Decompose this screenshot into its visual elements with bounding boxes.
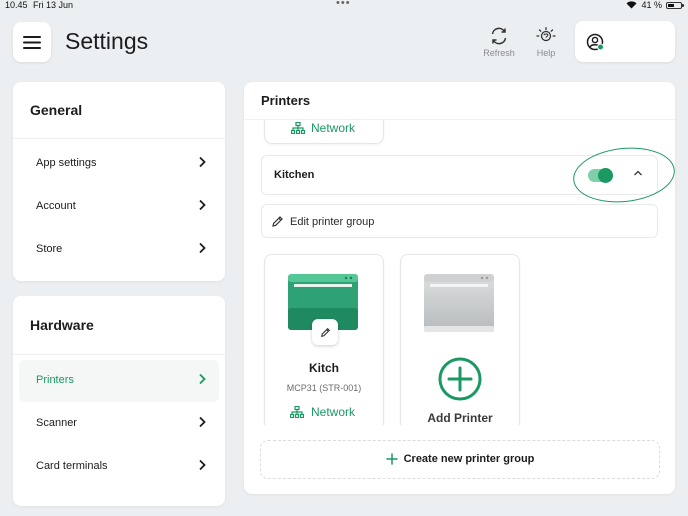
sidebar-item-card-terminals[interactable]: Card terminals	[19, 446, 219, 488]
page-title: Settings	[65, 28, 149, 54]
hardware-heading: Hardware	[30, 317, 94, 333]
status-time: 10.45	[5, 0, 28, 10]
multitasking-dots[interactable]: •••	[336, 0, 351, 9]
general-settings-card: General App settings Account Store	[13, 82, 225, 281]
printer-connection-label: Network	[311, 405, 356, 419]
network-icon	[291, 122, 305, 134]
refresh-label: Refresh	[483, 48, 515, 58]
edit-printer-group-label: Edit printer group	[290, 216, 375, 228]
plus-icon	[385, 453, 398, 465]
printer-connection-label: Network	[311, 121, 356, 135]
printer-connection: Network	[290, 405, 355, 419]
sidebar-item-account[interactable]: Account	[19, 186, 219, 228]
printer-name: Kitch	[309, 361, 339, 375]
printer-card-partial[interactable]: Network	[264, 120, 384, 144]
wifi-icon	[626, 1, 637, 9]
edit-printer-button[interactable]	[312, 319, 338, 345]
printer-group-row[interactable]: Kitchen	[261, 142, 675, 208]
pencil-icon	[272, 216, 283, 227]
highlight-annotation	[570, 142, 675, 208]
printer-icon	[424, 274, 494, 332]
menu-button[interactable]	[13, 22, 51, 62]
sidebar-item-app-settings[interactable]: App settings	[19, 143, 219, 185]
printer-card[interactable]: Kitch MCP31 (STR-001) Network	[264, 254, 384, 425]
printer-group-name: Kitchen	[274, 169, 315, 181]
panel-title: Printers	[261, 93, 311, 108]
refresh-icon	[491, 27, 507, 45]
printers-scroll-area[interactable]: Network Kitchen Edit printer group Kitch…	[244, 120, 675, 425]
chevron-right-icon	[199, 199, 206, 211]
create-printer-group-content: Create new printer group	[261, 453, 659, 465]
refresh-button[interactable]: Refresh	[479, 27, 519, 58]
sidebar-item-label: Account	[36, 200, 76, 212]
sidebar-item-label: Scanner	[36, 417, 77, 429]
status-date: Fri 13 Jun	[33, 0, 74, 10]
add-printer-label: Add Printer	[427, 411, 493, 425]
sidebar-item-label: Printers	[36, 374, 74, 386]
add-printer-card[interactable]: Add Printer	[400, 254, 520, 425]
divider	[13, 138, 225, 139]
battery-percent: 41 %	[641, 0, 662, 10]
printers-panel: Printers Network Kitchen Edit printer gr…	[244, 82, 675, 494]
chevron-right-icon	[199, 459, 206, 471]
create-printer-group-button[interactable]: Create new printer group	[260, 440, 660, 479]
network-icon	[290, 406, 304, 418]
printer-model: MCP31 (STR-001)	[286, 383, 362, 393]
plus-circle-icon	[438, 357, 482, 401]
help-label: Help	[536, 48, 556, 58]
profile-icon	[586, 33, 604, 51]
pencil-icon	[320, 327, 330, 337]
chevron-right-icon	[199, 373, 206, 385]
chevron-right-icon	[199, 416, 206, 428]
help-icon	[536, 27, 556, 42]
help-button[interactable]: Help	[526, 27, 566, 58]
sidebar-item-printers[interactable]: Printers	[19, 360, 219, 402]
general-heading: General	[30, 102, 83, 118]
sidebar-item-label: Store	[36, 243, 63, 255]
status-right: 41 %	[626, 0, 684, 10]
edit-printer-group-button[interactable]: Edit printer group	[261, 204, 658, 238]
chevron-right-icon	[199, 242, 206, 254]
divider	[13, 354, 225, 355]
chevron-right-icon	[199, 156, 206, 168]
sidebar-item-label: App settings	[36, 157, 97, 169]
profile-button[interactable]	[575, 21, 675, 62]
sidebar-item-label: Card terminals	[36, 460, 108, 472]
status-bar: 10.45 Fri 13 Jun ••• 41 %	[0, 0, 688, 12]
sidebar-item-store[interactable]: Store	[19, 229, 219, 271]
sidebar-item-scanner[interactable]: Scanner	[19, 403, 219, 445]
battery-icon	[666, 1, 684, 9]
menu-icon	[23, 35, 41, 49]
printer-connection: Network	[291, 121, 355, 135]
create-printer-group-label: Create new printer group	[403, 453, 535, 465]
hardware-settings-card: Hardware Printers Scanner Card terminals	[13, 296, 225, 506]
